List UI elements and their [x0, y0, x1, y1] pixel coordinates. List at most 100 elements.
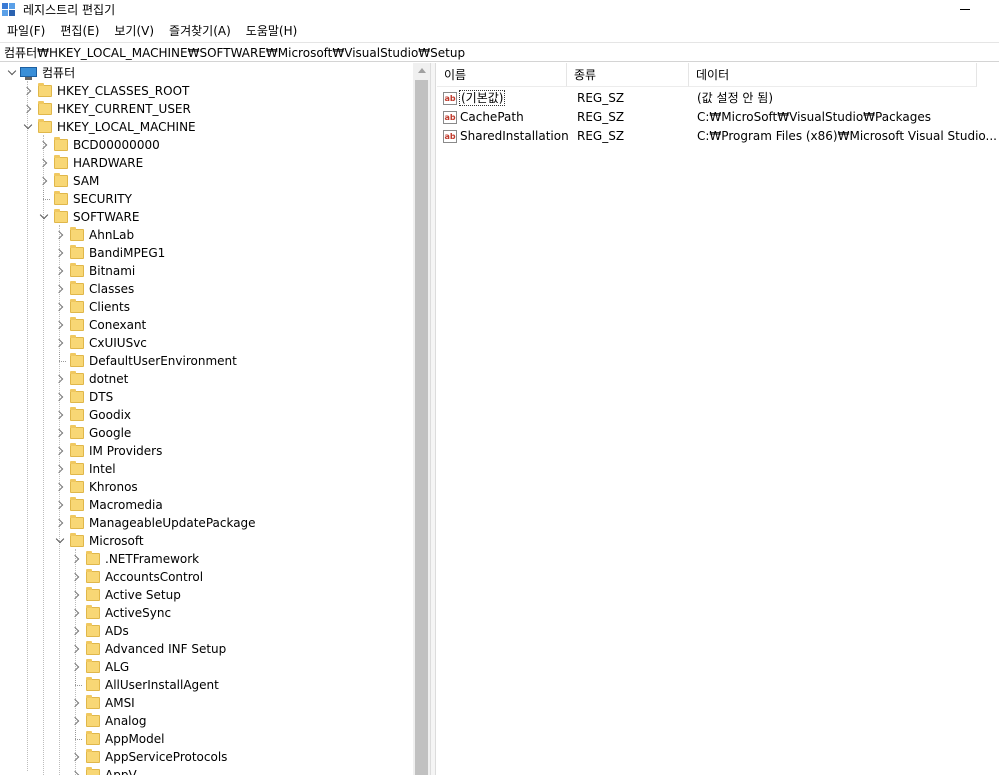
tree-item-im-providers[interactable]: IM Providers	[54, 442, 162, 460]
tree-item-dotnet[interactable]: dotnet	[54, 370, 128, 388]
chevron-right-icon[interactable]	[70, 658, 82, 676]
tree-item-manageableupdatepackage[interactable]: ManageableUpdatePackage	[54, 514, 256, 532]
chevron-right-icon[interactable]	[70, 622, 82, 640]
tree-item-dts[interactable]: DTS	[54, 388, 113, 406]
tree-item-accountscontrol[interactable]: AccountsControl	[70, 568, 203, 586]
folder-icon	[54, 173, 68, 187]
tree-item-ahnlab[interactable]: AhnLab	[54, 226, 134, 244]
chevron-right-icon[interactable]	[54, 496, 66, 514]
pane-splitter[interactable]	[430, 63, 436, 775]
menu-help[interactable]: 도움말(H)	[239, 21, 306, 41]
chevron-right-icon[interactable]	[54, 244, 66, 262]
tree-item-software[interactable]: SOFTWARE	[38, 208, 139, 226]
chevron-right-icon[interactable]	[54, 478, 66, 496]
chevron-right-icon[interactable]	[22, 82, 34, 100]
chevron-right-icon[interactable]	[54, 514, 66, 532]
chevron-right-icon[interactable]	[54, 424, 66, 442]
tree-item-ads[interactable]: ADs	[70, 622, 129, 640]
address-bar[interactable]: 컴퓨터₩HKEY_LOCAL_MACHINE₩SOFTWARE₩Microsof…	[0, 42, 999, 62]
tree-scrollbar[interactable]	[413, 63, 430, 775]
key-tree-pane[interactable]: 컴퓨터 HKEY_CLASSES_ROOT HKEY_CURRENT_USER …	[0, 63, 430, 775]
tree-item-hkey-local-machine[interactable]: HKEY_LOCAL_MACHINE	[22, 118, 196, 136]
chevron-right-icon[interactable]	[54, 442, 66, 460]
chevron-right-icon[interactable]	[22, 100, 34, 118]
tree-item-security[interactable]: SECURITY	[38, 190, 132, 208]
chevron-right-icon[interactable]	[54, 370, 66, 388]
chevron-right-icon[interactable]	[54, 262, 66, 280]
tree-item-hkey-current-user[interactable]: HKEY_CURRENT_USER	[22, 100, 191, 118]
scroll-up-arrow-icon[interactable]	[413, 63, 430, 80]
chevron-right-icon[interactable]	[70, 748, 82, 766]
chevron-right-icon[interactable]	[54, 460, 66, 478]
tree-item-defaultuserenvironment[interactable]: DefaultUserEnvironment	[54, 352, 237, 370]
chevron-right-icon[interactable]	[54, 406, 66, 424]
chevron-right-icon[interactable]	[70, 568, 82, 586]
tree-item-conexant[interactable]: Conexant	[54, 316, 146, 334]
minimize-button[interactable]	[955, 0, 975, 18]
tree-item-microsoft[interactable]: Microsoft	[54, 532, 144, 550]
tree-item-cxuiusvc[interactable]: CxUIUSvc	[54, 334, 147, 352]
chevron-right-icon[interactable]	[70, 586, 82, 604]
scroll-thumb[interactable]	[415, 80, 428, 775]
tree-item-analog[interactable]: Analog	[70, 712, 146, 730]
chevron-down-icon[interactable]	[6, 64, 18, 82]
tree-item-amsi[interactable]: AMSI	[70, 694, 135, 712]
tree-item-google[interactable]: Google	[54, 424, 131, 442]
tree-item-netframework[interactable]: .NETFramework	[70, 550, 199, 568]
menu-view[interactable]: 보기(V)	[107, 21, 162, 41]
chevron-right-icon[interactable]	[70, 694, 82, 712]
chevron-right-icon[interactable]	[54, 226, 66, 244]
tree-item-khronos[interactable]: Khronos	[54, 478, 138, 496]
tree-item-goodix[interactable]: Goodix	[54, 406, 131, 424]
address-path[interactable]: 컴퓨터₩HKEY_LOCAL_MACHINE₩SOFTWARE₩Microsof…	[4, 45, 465, 61]
chevron-down-icon[interactable]	[54, 532, 66, 550]
column-header-data[interactable]: 데이터	[689, 63, 977, 87]
value-row[interactable]: ab (기본값) REG_SZ (값 설정 안 됨)	[437, 89, 999, 108]
chevron-right-icon[interactable]	[38, 154, 50, 172]
tree-item-bcd[interactable]: BCD00000000	[38, 136, 160, 154]
tree-item-advanced-inf-setup[interactable]: Advanced INF Setup	[70, 640, 226, 658]
tree-item-activesync[interactable]: ActiveSync	[70, 604, 171, 622]
chevron-right-icon[interactable]	[70, 550, 82, 568]
tree-item-computer[interactable]: 컴퓨터	[6, 64, 75, 82]
tree-item-sam[interactable]: SAM	[38, 172, 99, 190]
tree-item-alg[interactable]: ALG	[70, 658, 129, 676]
tree-item-classes[interactable]: Classes	[54, 280, 134, 298]
menu-edit[interactable]: 편집(E)	[53, 21, 107, 41]
tree-item-bandimpeg1[interactable]: BandiMPEG1	[54, 244, 165, 262]
chevron-right-icon[interactable]	[54, 388, 66, 406]
chevron-right-icon[interactable]	[70, 712, 82, 730]
tree-item-intel[interactable]: Intel	[54, 460, 116, 478]
chevron-right-icon[interactable]	[38, 136, 50, 154]
tree-item-clients[interactable]: Clients	[54, 298, 130, 316]
chevron-down-icon[interactable]	[22, 118, 34, 136]
tree-guide-line	[43, 135, 44, 775]
tree-item-hardware[interactable]: HARDWARE	[38, 154, 143, 172]
tree-item-appmodel[interactable]: AppModel	[70, 730, 164, 748]
tree-item-alluserinstallagent[interactable]: AllUserInstallAgent	[70, 676, 219, 694]
chevron-right-icon[interactable]	[54, 280, 66, 298]
column-header-name[interactable]: 이름	[437, 63, 567, 87]
chevron-right-icon[interactable]	[38, 172, 50, 190]
values-pane[interactable]: 이름 종류 데이터 ab (기본값) REG_SZ (값 설정 안 됨) ab …	[437, 63, 999, 775]
menu-favorites[interactable]: 즐겨찾기(A)	[162, 21, 239, 41]
column-header-type[interactable]: 종류	[567, 63, 689, 87]
tree-item-active-setup[interactable]: Active Setup	[70, 586, 181, 604]
tree-item-macromedia[interactable]: Macromedia	[54, 496, 163, 514]
tree-item-bitnami[interactable]: Bitnami	[54, 262, 135, 280]
tree-item-label: ActiveSync	[105, 606, 172, 620]
chevron-right-icon[interactable]	[70, 766, 82, 775]
tree-item-hkey-classes-root[interactable]: HKEY_CLASSES_ROOT	[22, 82, 189, 100]
tree-item-appv[interactable]: AppV	[70, 766, 137, 775]
menu-file[interactable]: 파일(F)	[0, 21, 53, 41]
chevron-right-icon[interactable]	[70, 604, 82, 622]
chevron-right-icon[interactable]	[54, 334, 66, 352]
tree-item-appserviceprotocols[interactable]: AppServiceProtocols	[70, 748, 227, 766]
chevron-right-icon[interactable]	[54, 298, 66, 316]
value-row[interactable]: ab SharedInstallation... REG_SZ C:₩Progr…	[437, 127, 999, 146]
tree-item-label: Google	[89, 426, 132, 440]
chevron-down-icon[interactable]	[38, 208, 50, 226]
value-row[interactable]: ab CachePath REG_SZ C:₩MicroSoft₩VisualS…	[437, 108, 999, 127]
chevron-right-icon[interactable]	[54, 316, 66, 334]
chevron-right-icon[interactable]	[70, 640, 82, 658]
